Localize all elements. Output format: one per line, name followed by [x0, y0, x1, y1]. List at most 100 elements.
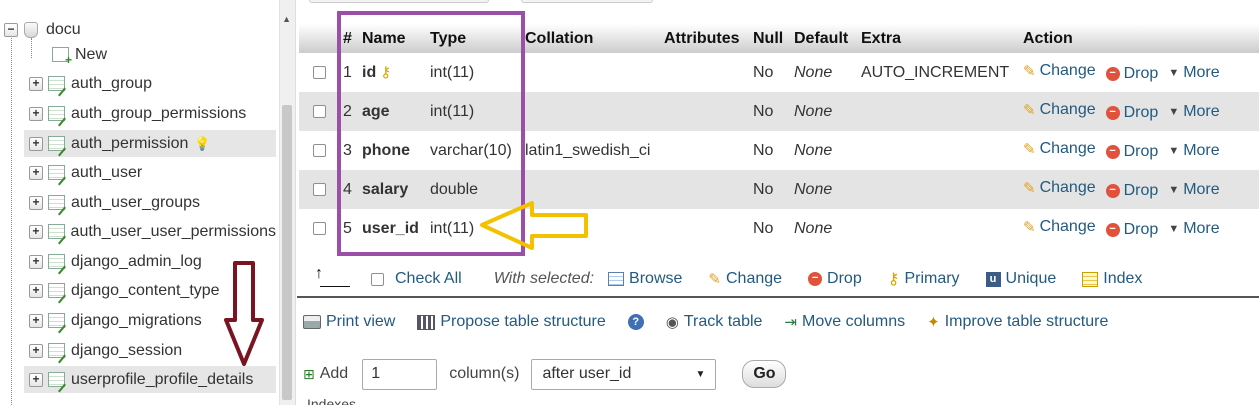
header-attributes[interactable]: Attributes	[660, 24, 749, 53]
change-label: Change	[1039, 101, 1096, 118]
nav-table-label[interactable]: auth_group_permissions	[71, 105, 246, 123]
indexes-heading[interactable]: Indexes	[307, 396, 356, 405]
table-icon[interactable]	[48, 165, 65, 180]
row-checkbox[interactable]	[312, 182, 326, 196]
expand-icon[interactable]: +	[29, 165, 43, 180]
change-column-button[interactable]: ✎ Change	[1023, 101, 1096, 119]
nav-table-item[interactable]: + auth_group_permissions	[24, 100, 276, 127]
bulk-unique-button[interactable]: u Unique	[985, 270, 1056, 288]
drop-column-button[interactable]: − Drop	[1105, 65, 1158, 83]
header-null[interactable]: Null	[749, 24, 790, 53]
nav-table-label[interactable]: auth_user	[71, 164, 142, 182]
row-checkbox[interactable]	[312, 104, 326, 118]
bulk-browse-button[interactable]: Browse	[608, 270, 682, 288]
header-collation[interactable]: Collation	[521, 24, 660, 53]
table-icon[interactable]	[48, 313, 65, 328]
nav-new-label[interactable]: New	[75, 46, 107, 64]
track-table-link[interactable]: ◉ Track table	[666, 313, 763, 331]
nav-table-label[interactable]: auth_group	[71, 75, 152, 93]
drop-column-button[interactable]: − Drop	[1105, 182, 1158, 200]
nav-table-label[interactable]: django_admin_log	[71, 253, 202, 271]
nav-table-item[interactable]: + userprofile_profile_details	[24, 366, 276, 393]
table-icon[interactable]	[48, 195, 65, 210]
expand-icon[interactable]: +	[29, 313, 43, 328]
bulk-primary-button[interactable]: ⚷ Primary	[888, 269, 960, 289]
expand-icon[interactable]: +	[29, 254, 43, 269]
improve-structure-link[interactable]: ✦ Improve table structure	[927, 313, 1108, 331]
propose-structure-link[interactable]: Propose table structure	[417, 313, 606, 331]
expand-icon[interactable]: +	[29, 106, 43, 121]
database-name[interactable]: docu	[46, 21, 81, 39]
change-column-button[interactable]: ✎ Change	[1023, 62, 1096, 80]
table-icon[interactable]	[48, 283, 65, 298]
print-view-link[interactable]: Print view	[303, 313, 395, 331]
bulk-drop-button[interactable]: − Drop	[808, 270, 862, 288]
nav-table-item[interactable]: + auth_user_groups	[24, 189, 276, 216]
nav-table-item[interactable]: + django_session	[24, 337, 276, 364]
nav-table-label[interactable]: auth_user_groups	[71, 194, 200, 212]
more-actions-button[interactable]: ▼ More	[1168, 142, 1219, 160]
drop-column-button[interactable]: − Drop	[1105, 221, 1158, 239]
nav-table-label[interactable]: django_content_type	[71, 282, 220, 300]
expand-icon[interactable]: +	[29, 343, 43, 358]
row-checkbox[interactable]	[312, 221, 326, 235]
change-column-button[interactable]: ✎ Change	[1023, 179, 1096, 197]
nav-scrollbar[interactable]: ▲	[279, 0, 295, 405]
more-actions-button[interactable]: ▼ More	[1168, 64, 1219, 82]
more-actions-button[interactable]: ▼ More	[1168, 181, 1219, 199]
expand-icon[interactable]: +	[29, 136, 43, 151]
nav-table-label[interactable]: django_session	[71, 342, 182, 360]
nav-table-item[interactable]: + auth_user	[24, 159, 276, 186]
bulk-change-button[interactable]: ✎ Change	[708, 270, 782, 288]
nav-table-item[interactable]: + auth_permission 💡	[24, 130, 276, 157]
header-name[interactable]: Name	[358, 24, 426, 53]
table-icon[interactable]	[48, 254, 65, 269]
nav-table-item[interactable]: + django_admin_log	[24, 248, 276, 275]
more-actions-button[interactable]: ▼ More	[1168, 103, 1219, 121]
expand-icon[interactable]: +	[29, 224, 43, 239]
nav-table-label[interactable]: auth_permission	[71, 135, 188, 153]
change-column-button[interactable]: ✎ Change	[1023, 140, 1096, 158]
nav-table-label[interactable]: auth_user_user_permissions	[71, 223, 276, 241]
column-default: None	[790, 209, 857, 248]
column-count-input[interactable]: 1	[362, 358, 438, 390]
move-columns-link[interactable]: ⇥ Move columns	[784, 313, 905, 331]
check-all-link[interactable]: Check All	[395, 270, 462, 288]
table-icon[interactable]	[48, 106, 65, 121]
nav-new-table[interactable]: New	[24, 41, 276, 68]
expand-icon[interactable]: +	[29, 372, 43, 387]
nav-table-label[interactable]: django_migrations	[71, 312, 202, 330]
expand-icon[interactable]: +	[29, 76, 43, 91]
help-icon[interactable]: ?	[627, 314, 644, 330]
go-button[interactable]: Go	[742, 360, 787, 388]
header-default[interactable]: Default	[790, 24, 857, 53]
scroll-up-icon[interactable]: ▲	[282, 14, 291, 24]
drop-column-button[interactable]: − Drop	[1105, 104, 1158, 122]
table-icon[interactable]	[47, 224, 65, 239]
table-icon[interactable]	[48, 372, 65, 387]
scroll-thumb[interactable]	[282, 105, 292, 400]
row-checkbox[interactable]	[312, 65, 326, 79]
expand-icon[interactable]: +	[29, 195, 43, 210]
nav-table-item[interactable]: + auth_user_user_permissions	[24, 218, 276, 245]
change-column-button[interactable]: ✎ Change	[1023, 218, 1096, 236]
column-position-select[interactable]: after user_id ▼	[531, 358, 717, 390]
expand-icon[interactable]: +	[29, 283, 43, 298]
more-actions-button[interactable]: ▼ More	[1168, 220, 1219, 238]
nav-table-label[interactable]: userprofile_profile_details	[71, 371, 253, 389]
table-icon[interactable]	[48, 76, 65, 91]
drop-column-button[interactable]: − Drop	[1105, 143, 1158, 161]
database-node[interactable]: − docu	[4, 18, 81, 42]
bulk-index-button[interactable]: Index	[1082, 270, 1142, 288]
check-all-checkbox[interactable]	[371, 272, 384, 286]
nav-table-item[interactable]: + django_content_type	[24, 277, 276, 304]
header-type[interactable]: Type	[426, 24, 521, 53]
row-checkbox[interactable]	[312, 143, 326, 157]
nav-table-item[interactable]: + auth_group	[24, 70, 276, 97]
table-icon[interactable]	[48, 343, 65, 358]
collapse-icon[interactable]: −	[4, 23, 18, 37]
main-panel: # Name Type Collation Attributes Null De…	[297, 0, 1259, 405]
table-icon[interactable]	[48, 136, 65, 151]
header-extra[interactable]: Extra	[857, 24, 1019, 53]
nav-table-item[interactable]: + django_migrations	[24, 307, 276, 334]
